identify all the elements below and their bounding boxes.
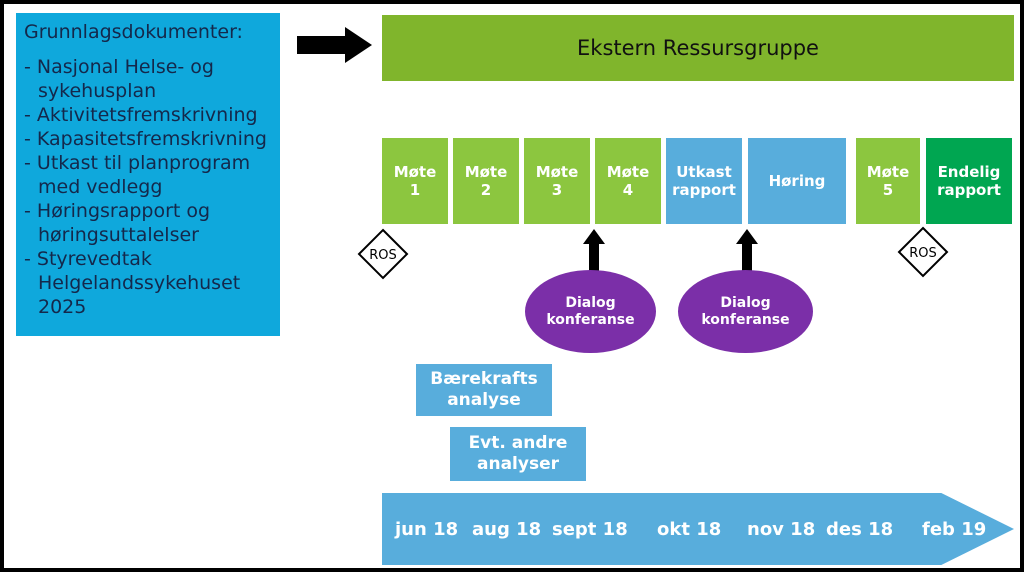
list-bullet: - — [24, 200, 37, 222]
list-bullet: - — [24, 248, 37, 270]
milestone-box[interactable]: Møte 1 — [382, 138, 448, 224]
milestone-label-line2: rapport — [672, 181, 736, 199]
analysis-label-line2: analyser — [477, 454, 559, 474]
timeline-month-label: nov 18 — [747, 518, 816, 540]
dialog-konferanse-ellipse[interactable]: Dialog konferanse — [525, 270, 656, 353]
ros-diamond-icon[interactable]: ROS — [357, 228, 409, 280]
list-bullet: - — [24, 56, 37, 78]
document-list-item-label: Utkast til planprogram med vedlegg — [36, 152, 251, 198]
analysis-box[interactable]: Bærekrafts analyse — [416, 364, 552, 416]
document-list-item: - Utkast til planprogram med vedlegg — [24, 151, 272, 199]
ros-diamond-icon[interactable]: ROS — [897, 226, 949, 278]
document-list-item: - Høringsrapport og høringsuttalelser — [24, 199, 272, 247]
dialog-label-line2: konferanse — [701, 311, 790, 328]
svg-text:ROS: ROS — [369, 248, 397, 263]
document-list-item-label: Kapasitetsfremskrivning — [36, 128, 267, 150]
milestone-box[interactable]: Møte 5 — [856, 138, 920, 224]
document-list-item: - Aktivitetsfremskrivning — [24, 103, 272, 127]
milestone-label-line1: Endelig — [937, 163, 1001, 181]
timeline-month-labels: jun 18 aug 18 sept 18 okt 18 nov 18 des 18 feb… — [382, 493, 1014, 565]
milestone-label-line1: Utkast — [676, 163, 732, 181]
document-list-item: - Nasjonal Helse- og sykehusplan — [24, 55, 272, 103]
milestone-label-line2: 2 — [480, 181, 492, 199]
milestone-label-line1: Møte — [535, 163, 579, 181]
milestone-box[interactable]: Høring — [748, 138, 846, 224]
milestone-box[interactable]: Møte 4 — [595, 138, 661, 224]
grunnlagsdokumenter-panel: Grunnlagsdokumenter: - Nasjonal Helse- o… — [16, 13, 280, 336]
document-list-item-label: Styrevedtak Helgelandssykehuset 2025 — [36, 248, 241, 318]
analysis-label-line2: analyse — [447, 390, 521, 410]
dialog-label-line2: konferanse — [546, 311, 635, 328]
milestone-label-line2: 5 — [882, 181, 894, 199]
panel-title: Grunnlagsdokumenter: — [24, 21, 243, 43]
milestone-box[interactable]: Møte 2 — [453, 138, 519, 224]
right-arrow-icon — [297, 27, 372, 63]
document-list-item-label: Høringsrapport og høringsuttalelser — [36, 200, 211, 246]
ekstern-ressursgruppe-label: Ekstern Ressursgruppe — [577, 36, 819, 60]
timeline-month-label: okt 18 — [657, 518, 722, 540]
analysis-label-line1: Bærekrafts — [430, 369, 538, 389]
milestone-label-line2: 1 — [409, 181, 421, 199]
milestone-box[interactable]: Møte 3 — [524, 138, 590, 224]
timeline-month-label: jun 18 — [395, 518, 459, 540]
document-list-item-label: Nasjonal Helse- og sykehusplan — [36, 56, 214, 102]
list-bullet: - — [24, 104, 37, 126]
ekstern-ressursgruppe-bar: Ekstern Ressursgruppe — [382, 15, 1014, 81]
timeline-month-label: aug 18 — [472, 518, 542, 540]
dialog-label-line1: Dialog — [565, 294, 616, 311]
document-list-item-label: Aktivitetsfremskrivning — [36, 104, 258, 126]
list-bullet: - — [24, 152, 37, 174]
diagram-canvas: Grunnlagsdokumenter: - Nasjonal Helse- o… — [0, 0, 1024, 572]
milestone-label-line1: Møte — [393, 163, 437, 181]
timeline-month-label: sept 18 — [552, 518, 628, 540]
milestone-label-line2: rapport — [937, 181, 1001, 199]
milestone-label-line1: Møte — [464, 163, 508, 181]
list-bullet: - — [24, 128, 37, 150]
document-list-item: - Kapasitetsfremskrivning — [24, 127, 272, 151]
documents-list: - Nasjonal Helse- og sykehusplan - Aktivi… — [24, 55, 272, 319]
analysis-box[interactable]: Evt. andre analyser — [450, 427, 586, 481]
milestone-label-line2: 3 — [551, 181, 563, 199]
milestone-box[interactable]: Endelig rapport — [926, 138, 1012, 224]
timeline-arrow: jun 18 aug 18 sept 18 okt 18 nov 18 des 18 feb… — [382, 493, 1014, 565]
milestone-label-line1: Møte — [606, 163, 650, 181]
milestone-label-line1: Høring — [768, 172, 826, 190]
analysis-label-line1: Evt. andre — [468, 433, 568, 453]
dialog-label-line1: Dialog — [720, 294, 771, 311]
milestone-label-line2: 4 — [622, 181, 634, 199]
milestone-label-line1: Møte — [866, 163, 910, 181]
milestone-box[interactable]: Utkast rapport — [666, 138, 742, 224]
timeline-month-label: feb 19 — [922, 518, 987, 540]
dialog-konferanse-ellipse[interactable]: Dialog konferanse — [678, 270, 813, 353]
document-list-item: - Styrevedtak Helgelandssykehuset 2025 — [24, 247, 272, 319]
svg-text:ROS: ROS — [909, 246, 937, 261]
timeline-month-label: des 18 — [826, 518, 894, 540]
